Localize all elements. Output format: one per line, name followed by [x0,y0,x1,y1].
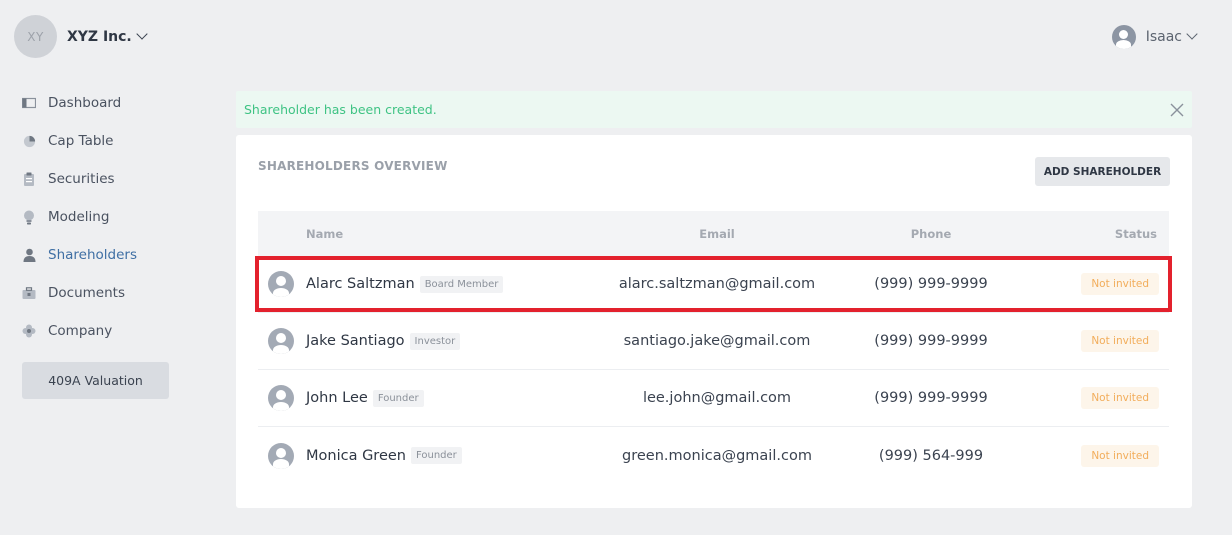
table-row[interactable]: John Lee Founder lee.john@gmail.com (999… [258,370,1169,427]
table-row[interactable]: Jake Santiago Investor santiago.jake@gma… [258,313,1169,370]
user-menu[interactable]: Isaac [1111,25,1198,49]
role-badge: Board Member [419,275,504,293]
shareholder-name[interactable]: Jake Santiago [306,333,405,349]
column-header-status[interactable]: Status [1040,227,1169,241]
table-row[interactable]: Monica Green Founder green.monica@gmail.… [258,427,1169,484]
sidebar-item-label: Documents [48,285,125,301]
success-alert: Shareholder has been created. [236,91,1192,128]
lightbulb-icon [22,210,36,224]
status-badge: Not invited [1081,273,1159,295]
alert-message: Shareholder has been created. [244,102,437,117]
company-avatar: XY [14,15,57,58]
sidebar-item-label: Shareholders [48,247,137,263]
company-switcher[interactable]: XY XYZ Inc. [14,15,148,58]
dashboard-icon [22,96,36,110]
status-badge: Not invited [1081,444,1159,467]
shareholder-name[interactable]: Alarc Saltzman [306,276,415,292]
chevron-down-icon [136,27,148,40]
add-shareholder-button[interactable]: ADD SHAREHOLDER [1035,157,1170,186]
shareholder-email: lee.john@gmail.com [642,390,792,406]
sidebar-item-dashboard[interactable]: Dashboard [22,84,192,122]
shareholder-phone: (999) 999-9999 [874,276,988,292]
sidebar-item-label: Company [48,323,113,339]
sidebar-item-company[interactable]: Company [22,312,192,350]
sidebar-item-shareholders[interactable]: Shareholders [22,236,192,274]
role-badge: Investor [409,332,461,350]
chevron-down-icon [1186,28,1198,40]
avatar-icon [268,271,294,297]
shareholder-phone: (999) 999-9999 [874,390,988,406]
shareholders-card: SHAREHOLDERS OVERVIEW ADD SHAREHOLDER Na… [236,135,1192,508]
avatar-icon [268,385,294,411]
table-header: Name Email Phone Status [258,211,1169,256]
shareholder-email: santiago.jake@gmail.com [623,333,811,349]
409a-valuation-button[interactable]: 409A Valuation [22,362,169,399]
sidebar-item-documents[interactable]: Documents [22,274,192,312]
shareholder-email: green.monica@gmail.com [622,447,812,464]
shareholders-table: Name Email Phone Status Alarc Saltzman B… [255,211,1172,484]
shareholder-name[interactable]: Monica Green [306,448,406,464]
role-badge: Founder [410,447,462,464]
card-title: SHAREHOLDERS OVERVIEW [258,159,448,173]
briefcase-icon [22,286,36,300]
sidebar-item-label: Securities [48,171,115,187]
sidebar-item-securities[interactable]: Securities [22,160,192,198]
status-badge: Not invited [1081,387,1159,409]
shareholder-email: alarc.saltzman@gmail.com [618,276,816,292]
sidebar-item-label: Modeling [48,209,110,225]
sidebar-item-label: Cap Table [48,133,114,149]
avatar-icon [268,328,294,354]
pie-chart-icon [22,134,36,148]
shareholder-name[interactable]: John Lee [306,390,368,406]
table-row[interactable]: Alarc Saltzman Board Member alarc.saltzm… [255,256,1172,313]
sidebar-item-cap-table[interactable]: Cap Table [22,122,192,160]
close-icon[interactable] [1170,103,1184,117]
user-avatar-icon [1111,25,1136,49]
flower-icon [22,324,36,338]
column-header-phone[interactable]: Phone [822,227,1040,241]
shareholder-phone: (999) 564-999 [878,447,984,464]
company-name: XYZ Inc. [67,28,132,45]
column-header-name[interactable]: Name [258,227,612,241]
shareholder-phone: (999) 999-9999 [874,333,988,349]
column-header-email[interactable]: Email [612,227,822,241]
person-icon [22,248,36,262]
sidebar-item-label: Dashboard [48,95,122,111]
user-name: Isaac [1145,29,1182,45]
status-badge: Not invited [1081,330,1159,352]
sidebar-item-modeling[interactable]: Modeling [22,198,192,236]
sidebar-nav: Dashboard Cap Table Securities Modeling … [22,84,192,350]
role-badge: Founder [372,389,424,407]
clipboard-icon [22,172,36,186]
company-initials: XY [27,29,44,44]
avatar-icon [268,442,294,469]
